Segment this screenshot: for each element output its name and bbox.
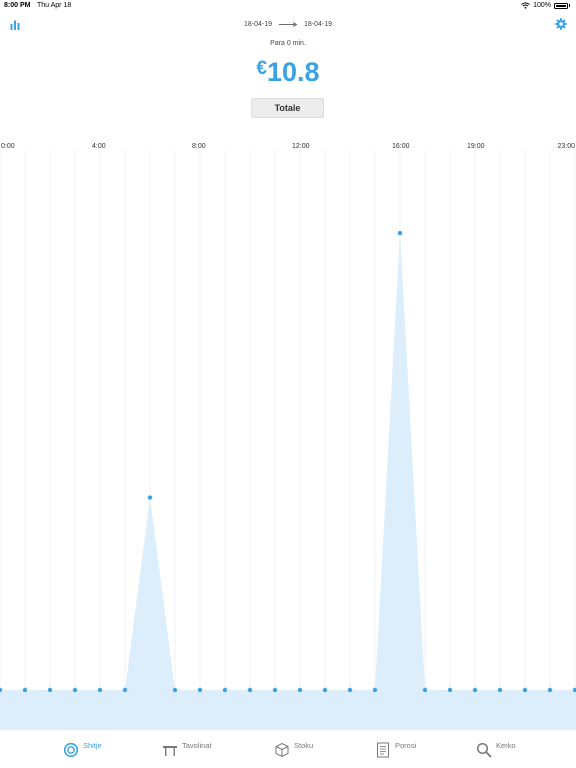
- tab-label: Tavolinat: [182, 740, 212, 750]
- x-tick-label: 19:00: [467, 143, 485, 150]
- tab-label: Kerko: [496, 740, 516, 750]
- totale-button[interactable]: Totale: [251, 98, 324, 118]
- tab-tavolinat[interactable]: Tavolinat: [162, 736, 212, 760]
- receipt-icon: [377, 742, 389, 758]
- x-tick-label: 16:00: [392, 143, 410, 150]
- battery-cap: [569, 4, 570, 7]
- currency-symbol: €: [256, 58, 267, 79]
- table-icon: [163, 746, 177, 756]
- tab-label: Porosi: [395, 740, 417, 750]
- data-point[interactable]: [172, 687, 178, 693]
- period-text: Para 0 min.: [270, 40, 306, 47]
- data-point[interactable]: [122, 687, 128, 693]
- x-tick-label: 12:00: [292, 143, 310, 150]
- data-point[interactable]: [147, 495, 153, 500]
- data-point[interactable]: [322, 687, 328, 693]
- data-point[interactable]: [472, 687, 478, 693]
- data-point[interactable]: [547, 687, 553, 693]
- data-point[interactable]: [447, 687, 453, 693]
- tab-label: Shitje: [83, 740, 102, 750]
- data-point[interactable]: [47, 687, 53, 693]
- tab-porosi[interactable]: Porosi: [375, 736, 416, 760]
- tab-kerko[interactable]: Kerko: [476, 736, 516, 760]
- tab-label: Stoku: [294, 740, 314, 750]
- status-time: 8:00 PM: [4, 2, 31, 9]
- data-point[interactable]: [222, 687, 228, 693]
- tab-shitje[interactable]: Shitje: [63, 736, 102, 760]
- data-point[interactable]: [97, 687, 103, 693]
- data-point[interactable]: [347, 687, 353, 693]
- total-amount: €10.8: [0, 57, 576, 88]
- search-icon: [476, 742, 492, 758]
- date-from: 18-04-19: [243, 21, 272, 28]
- total-value: 10.8: [267, 57, 320, 87]
- data-point[interactable]: [422, 687, 428, 693]
- sales-area: [0, 233, 576, 730]
- data-point[interactable]: [497, 687, 503, 693]
- status-date: Thu Apr 18: [37, 2, 72, 9]
- date-range[interactable]: 18-04-19 18-04-19: [0, 21, 576, 28]
- data-point[interactable]: [522, 687, 528, 693]
- x-tick-label: 0:00: [1, 143, 15, 150]
- x-tick-label: 8:00: [192, 143, 206, 150]
- target-icon: [63, 742, 79, 758]
- data-point[interactable]: [372, 687, 378, 693]
- data-point[interactable]: [272, 687, 278, 693]
- battery-percent: 100%: [533, 2, 551, 9]
- data-point[interactable]: [197, 687, 203, 693]
- box-icon: [275, 742, 289, 758]
- status-indicators: 100%: [521, 2, 570, 9]
- x-tick-label: 4:00: [92, 143, 106, 150]
- wifi-icon: [521, 2, 530, 9]
- data-point[interactable]: [247, 687, 253, 693]
- tab-stoku[interactable]: Stoku: [274, 736, 313, 760]
- tab-bar: Shitje Tavolinat Stoku Porosi Kerko: [0, 730, 576, 768]
- data-point[interactable]: [297, 687, 303, 693]
- x-tick-label: 23:00: [557, 143, 575, 150]
- sales-chart: [0, 150, 576, 730]
- battery-icon: [554, 2, 568, 9]
- status-bar: 8:00 PM Thu Apr 18 100%: [0, 0, 576, 12]
- data-point[interactable]: [22, 687, 28, 693]
- data-point[interactable]: [72, 687, 78, 693]
- data-point[interactable]: [397, 230, 403, 236]
- long-arrow-right-icon: [279, 22, 297, 27]
- battery-fill: [556, 4, 566, 7]
- date-to: 18-04-19: [304, 21, 333, 28]
